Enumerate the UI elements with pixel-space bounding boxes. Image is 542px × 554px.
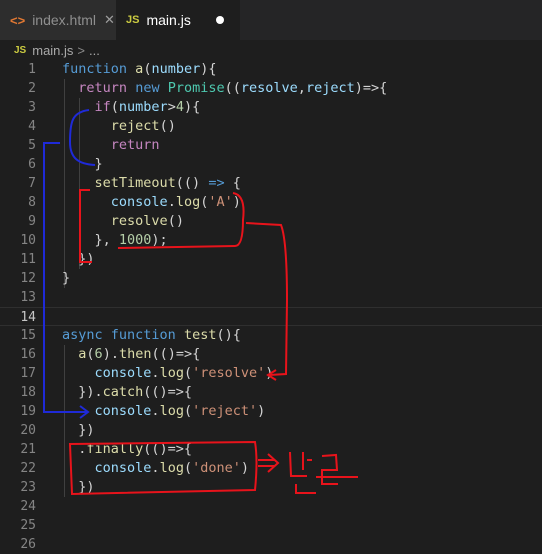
red-double-arrow bbox=[258, 453, 280, 473]
red-arrow-path bbox=[245, 222, 289, 376]
red-handwriting-mark bbox=[289, 451, 358, 494]
blue-arrow-path bbox=[43, 142, 87, 413]
blue-bracket-mark bbox=[68, 109, 96, 166]
red-finally-box bbox=[68, 440, 258, 496]
hand-drawn-annotations bbox=[43, 109, 358, 496]
red-bracket-mark bbox=[79, 189, 92, 263]
red-box-mark bbox=[117, 192, 245, 249]
